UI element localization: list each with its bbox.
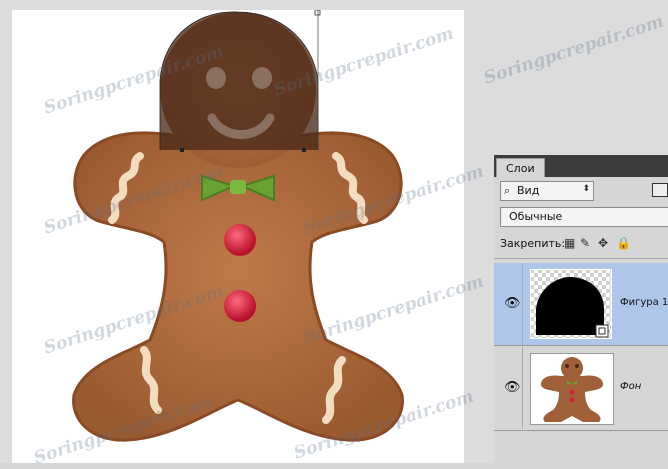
layer-filter-select[interactable]: ⌕ Вид ⬍: [500, 181, 594, 201]
layer-name[interactable]: Фон: [620, 381, 641, 392]
lock-transparency-icon[interactable]: ▦: [564, 236, 575, 250]
tab-layers[interactable]: Слои: [496, 158, 545, 178]
document-canvas[interactable]: [12, 10, 464, 463]
divider: [494, 430, 668, 431]
search-icon: ⌕: [504, 184, 511, 197]
top-button: [224, 224, 256, 256]
filter-label: Вид: [517, 184, 540, 197]
gingerbread-artwork: [72, 10, 404, 442]
layers-panel-body: ⌕ Вид ⬍ Обычные Закрепить: ▦ ✎ ✥ 🔒 👁 Фиг…: [494, 177, 668, 463]
panel-tab-bar: Слои: [494, 155, 668, 178]
divider: [522, 347, 523, 429]
layer-row-background[interactable]: 👁 Фон: [494, 347, 668, 429]
updown-arrows-icon: ⬍: [582, 184, 590, 194]
left-eye: [206, 67, 226, 89]
lock-label: Закрепить:: [500, 237, 566, 250]
layer-thumbnail: [530, 353, 614, 425]
blend-mode-select[interactable]: Обычные: [500, 207, 668, 227]
layer-thumbnail: [530, 269, 612, 339]
image-filter-icon[interactable]: [652, 183, 668, 197]
right-eye: [252, 67, 272, 89]
lock-move-icon[interactable]: ✥: [598, 236, 608, 250]
eye-icon[interactable]: 👁: [504, 296, 521, 311]
eye-icon[interactable]: 👁: [504, 380, 521, 395]
lock-all-icon[interactable]: 🔒: [616, 236, 631, 250]
divider: [494, 258, 668, 259]
lock-brush-icon[interactable]: ✎: [580, 236, 590, 250]
blend-mode-value: Обычные: [509, 210, 563, 223]
divider: [522, 263, 523, 345]
layer-name[interactable]: Фигура 1: [620, 297, 668, 308]
shape-layer-overlay: [160, 11, 318, 150]
bottom-button: [224, 290, 256, 322]
lock-row: Закрепить: ▦ ✎ ✥ 🔒: [500, 235, 668, 253]
layer-row-figure-1[interactable]: 👁 Фигура 1: [494, 263, 668, 345]
divider: [494, 345, 668, 346]
layers-panel: Слои ⌕ Вид ⬍ Обычные Закрепить: ▦ ✎ ✥ 🔒 …: [494, 155, 668, 463]
watermark: Soringpcrepair.com: [481, 11, 667, 89]
